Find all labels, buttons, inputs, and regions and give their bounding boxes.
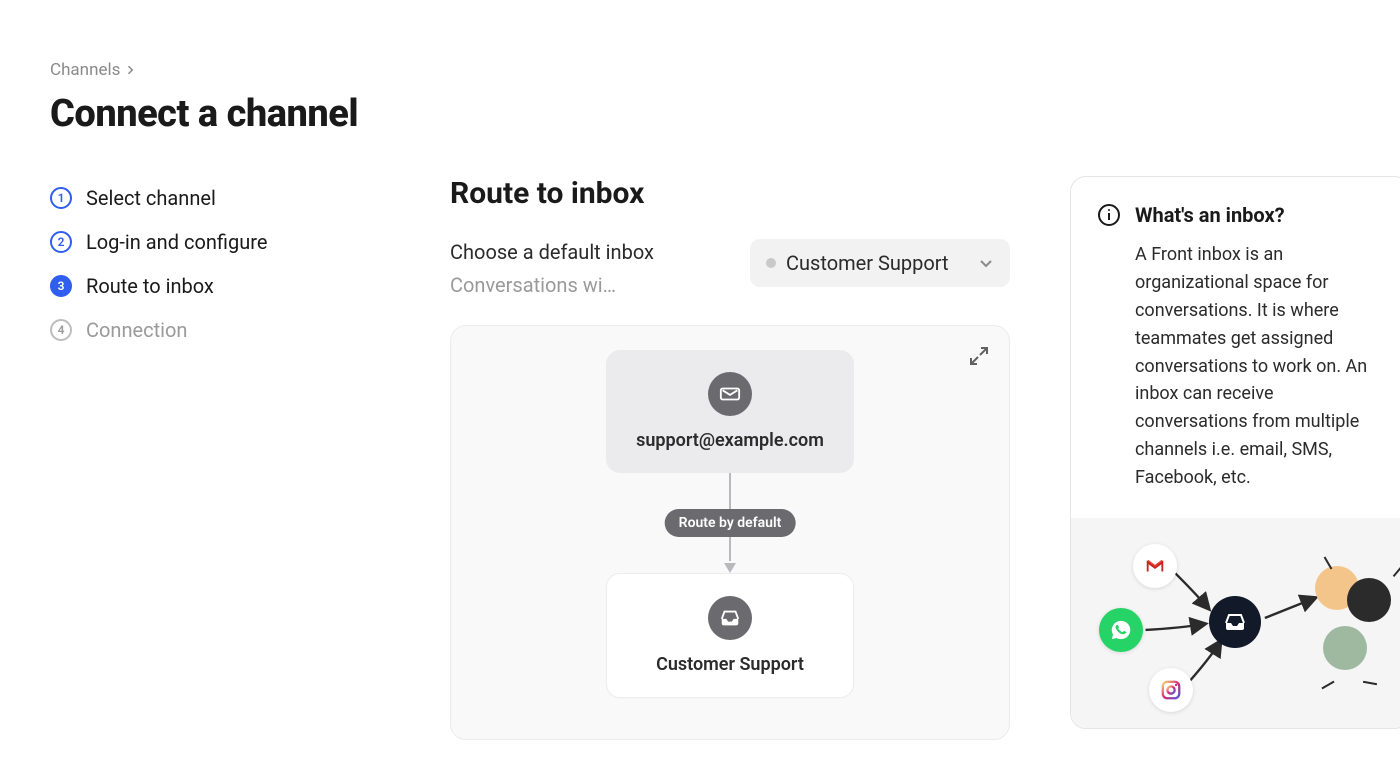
step-label: Connection [86, 318, 187, 342]
diagram-source-label: support@example.com [616, 430, 844, 451]
gmail-icon [1133, 544, 1177, 588]
expand-icon [967, 344, 991, 368]
diagram-source-node: support@example.com [606, 350, 854, 473]
chevron-right-icon [124, 64, 136, 76]
step-label: Route to inbox [86, 274, 214, 298]
status-dot-icon [766, 258, 776, 268]
info-card: What's an inbox? A Front inbox is an org… [1070, 176, 1400, 729]
step-connection[interactable]: 4 Connection [50, 308, 390, 352]
breadcrumb-parent: Channels [50, 60, 120, 80]
teammate-avatar-icon [1323, 626, 1367, 670]
expand-button[interactable] [967, 344, 991, 368]
section-heading: Route to inbox [450, 176, 1010, 211]
mail-icon [708, 372, 752, 416]
field-label: Choose a default inbox [450, 239, 730, 265]
step-label: Log-in and configure [86, 230, 267, 254]
step-number-badge: 2 [50, 231, 72, 253]
select-value: Customer Support [786, 251, 968, 275]
routing-diagram: support@example.com Route by default Cus… [450, 325, 1010, 740]
step-route-to-inbox[interactable]: 3 Route to inbox [50, 264, 390, 308]
breadcrumb[interactable]: Channels [50, 60, 1350, 80]
inbox-icon [708, 596, 752, 640]
whatsapp-icon [1099, 608, 1143, 652]
default-inbox-select[interactable]: Customer Support [750, 239, 1010, 287]
diagram-edge-label: Route by default [665, 509, 796, 537]
teammate-avatar-icon [1347, 578, 1391, 622]
page-title: Connect a channel [50, 92, 1350, 136]
diagram-target-label: Customer Support [617, 654, 843, 675]
step-select-channel[interactable]: 1 Select channel [50, 176, 390, 220]
chevron-down-icon [978, 255, 994, 271]
field-help-text: Conversations wi… [450, 273, 640, 297]
inbox-hub-icon [1209, 596, 1261, 648]
step-number-badge: 4 [50, 319, 72, 341]
info-icon [1097, 203, 1121, 227]
info-illustration [1071, 518, 1400, 728]
step-login-configure[interactable]: 2 Log-in and configure [50, 220, 390, 264]
step-number-badge: 3 [50, 275, 72, 297]
diagram-edge: Route by default [729, 473, 731, 573]
info-body: A Front inbox is an organizational space… [1135, 241, 1383, 492]
diagram-target-node: Customer Support [606, 573, 854, 698]
info-title: What's an inbox? [1135, 203, 1383, 227]
wizard-steps: 1 Select channel 2 Log-in and configure … [50, 176, 390, 352]
step-label: Select channel [86, 186, 216, 210]
instagram-icon [1149, 668, 1193, 712]
step-number-badge: 1 [50, 187, 72, 209]
